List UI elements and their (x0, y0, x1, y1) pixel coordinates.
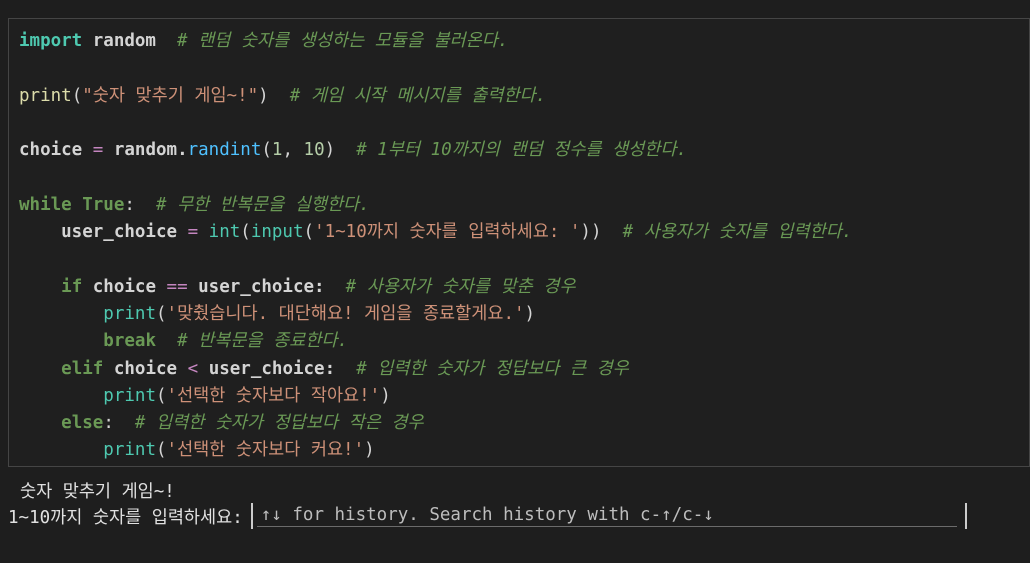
code-line: print('선택한 숫자보다 작아요!') (19, 383, 852, 410)
code-token: # 반복문을 종료한다. (177, 331, 349, 352)
code-line: user_choice = int(input('1~10까지 숫자를 입력하세… (19, 219, 852, 246)
code-token: : (103, 413, 135, 434)
code-token: print (103, 303, 156, 324)
code-token: elif (61, 358, 104, 379)
code-line: print('맞췄습니다. 대단해요! 게임을 종료할게요.') (19, 301, 852, 328)
input-prompt-row: 1~10까지 숫자를 입력하세요: (8, 503, 967, 529)
code-token: # 랜덤 숫자를 생성하는 모듈을 불러온다. (177, 31, 509, 51)
code-token: else (61, 413, 104, 434)
code-token: print (103, 440, 156, 461)
code-line: print('선택한 숫자보다 커요!') (19, 437, 852, 464)
code-token: choice (82, 276, 167, 297)
code-token: == (166, 276, 188, 297)
code-token: )) (580, 222, 623, 243)
code-token: ) (380, 385, 391, 406)
code-token: '맞췄습니다. 대단해요! 게임을 종료할게요.' (166, 303, 525, 324)
code-line: if choice == user_choice: # 사용자가 숫자를 맞춘 … (19, 274, 852, 301)
code-token: ( (71, 85, 83, 106)
code-token: ( (240, 222, 251, 243)
code-token: = (187, 222, 199, 243)
code-line: elif choice < user_choice: # 입력한 숫자가 정답보… (19, 356, 852, 383)
code-token: ( (303, 222, 315, 243)
code-token: = (92, 140, 104, 161)
code-token: , (282, 140, 304, 161)
code-token: random (82, 31, 178, 51)
code-token: # 게임 시작 메시지를 출력한다. (289, 85, 547, 106)
code-token: # 입력한 숫자가 정답보다 큰 경우 (356, 358, 629, 379)
code-token: ) (364, 440, 375, 461)
code-token: 10 (303, 140, 325, 161)
code-line: else: # 입력한 숫자가 정답보다 작은 경우 (19, 410, 852, 437)
code-token: if (61, 276, 83, 297)
code-token: : (124, 194, 156, 215)
code-token: '선택한 숫자보다 커요!' (166, 440, 365, 461)
code-token: True (82, 194, 125, 215)
code-token: ) (258, 85, 290, 106)
stdin-input[interactable] (256, 503, 957, 527)
code-token: # 입력한 숫자가 정답보다 작은 경우 (134, 413, 424, 434)
code-token: randint (187, 140, 262, 161)
code-token: int (208, 222, 241, 243)
code-token: break (103, 331, 156, 352)
code-token: while (19, 194, 72, 215)
code-line: print("숫자 맞추기 게임~!") # 게임 시작 메시지를 출력한다. (19, 83, 852, 110)
input-prompt-label: 1~10까지 숫자를 입력하세요: (8, 507, 243, 528)
code-token: '선택한 숫자보다 작아요!' (166, 385, 381, 406)
output-line: 숫자 맞추기 게임~! (20, 482, 175, 502)
code-token: ( (155, 385, 167, 406)
code-token: print (103, 385, 156, 406)
code-line: import random # 랜덤 숫자를 생성하는 모듈을 불러온다. (19, 28, 852, 55)
code-token: # 무한 반복문을 실행한다. (156, 194, 370, 215)
code-editor[interactable]: import random # 랜덤 숫자를 생성하는 모듈을 불러온다. pri… (19, 28, 852, 465)
code-line: while True: # 무한 반복문을 실행한다. (19, 192, 852, 219)
code-line: break # 반복문을 종료한다. (19, 328, 852, 355)
code-token: input (250, 222, 304, 243)
code-line: choice = random.randint(1, 10) # 1부터 10까… (19, 137, 852, 164)
cell-output: 숫자 맞추기 게임~! 1~10까지 숫자를 입력하세요: (8, 476, 1030, 545)
code-token: ) (324, 140, 357, 161)
code-token: '1~10까지 숫자를 입력하세요: ' (314, 222, 581, 243)
code-token: choice (103, 358, 188, 379)
code-token: random. (103, 140, 188, 161)
code-token: user_choice (19, 222, 188, 243)
code-token: # 사용자가 숫자를 맞춘 경우 (345, 276, 576, 297)
code-token: # 1부터 10까지의 랜덤 정수를 생성한다. (356, 140, 687, 161)
code-token: user_choice: (187, 276, 346, 297)
code-token: # 사용자가 숫자를 입력한다. (622, 222, 853, 243)
code-token: user_choice: (198, 358, 357, 379)
code-token: ) (524, 303, 536, 324)
code-token: ( (155, 440, 167, 461)
code-token: import (19, 31, 83, 51)
code-token: 1 (271, 140, 283, 161)
code-token: ( (261, 140, 272, 161)
code-token: choice (19, 140, 93, 161)
code-token: "숫자 맞추기 게임~!" (82, 85, 259, 106)
code-token: ( (155, 303, 167, 324)
code-token: < (187, 358, 199, 379)
stdin-input-box[interactable] (250, 503, 967, 529)
code-cell[interactable]: import random # 랜덤 숫자를 생성하는 모듈을 불러온다. pri… (8, 18, 1030, 467)
code-token: print (19, 85, 72, 106)
